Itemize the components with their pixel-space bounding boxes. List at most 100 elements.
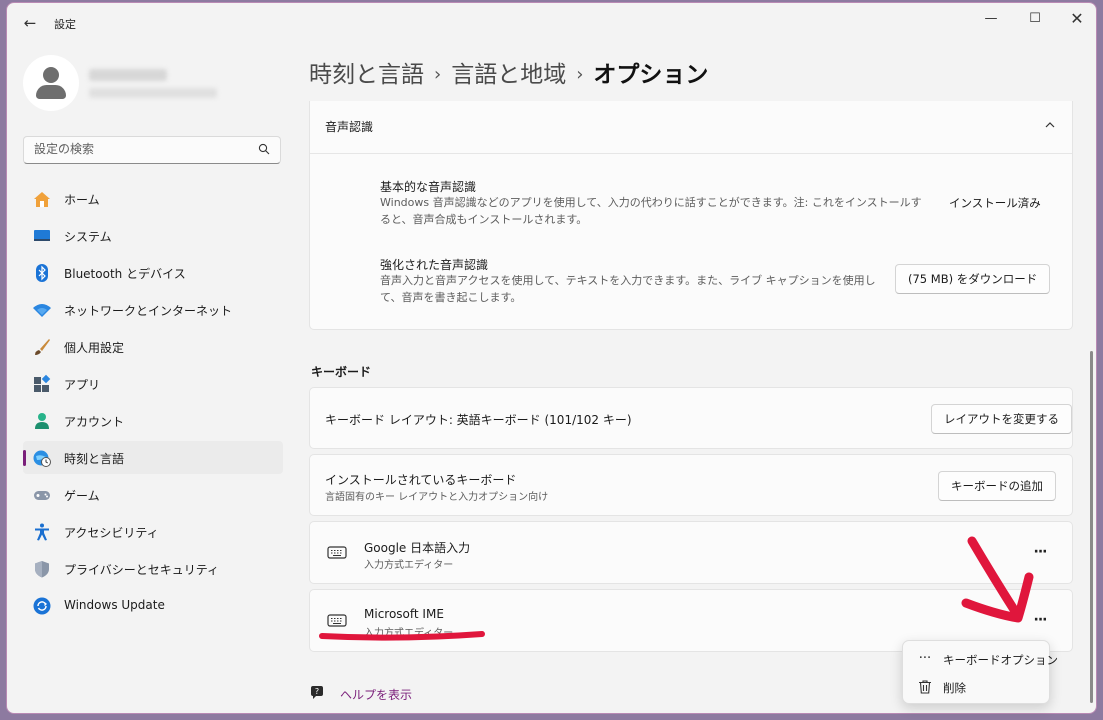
account-name-blurred: [89, 69, 167, 81]
sidebar-item-gaming[interactable]: ゲーム: [23, 478, 283, 511]
svg-text:?: ?: [315, 687, 319, 696]
keyboard-layout-label: キーボード レイアウト: 英語キーボード (101/102 キー): [325, 413, 632, 427]
sidebar-item-label: アプリ: [64, 378, 101, 392]
arrow-left-icon: ←: [23, 14, 37, 32]
installed-keyboards-card: インストールされているキーボード 言語固有のキー レイアウトと入力オプション向け…: [309, 454, 1073, 516]
trash-icon: [919, 680, 931, 694]
more-options-button[interactable]: ···: [1026, 609, 1054, 633]
change-layout-button[interactable]: レイアウトを変更する: [931, 404, 1072, 434]
menu-item-remove[interactable]: 削除: [907, 674, 1047, 700]
scrollbar[interactable]: [1090, 351, 1093, 703]
more-icon: ···: [1033, 612, 1048, 628]
more-icon: ···: [1033, 544, 1048, 560]
keyboard-type: 入力方式エディター: [364, 628, 454, 639]
minimize-button[interactable]: —: [971, 7, 1011, 31]
menu-item-keyboard-options[interactable]: ··· キーボードオプション: [907, 646, 1058, 672]
installed-keyboards-title: インストールされているキーボード: [325, 473, 517, 487]
chevron-up-icon[interactable]: [1044, 119, 1056, 131]
gamepad-icon: [34, 491, 50, 500]
breadcrumb-separator: ›: [576, 64, 584, 85]
globe-clock-icon: [33, 450, 51, 467]
search-icon[interactable]: [258, 143, 270, 155]
keyboard-context-menu: ··· キーボードオプション 削除: [902, 640, 1058, 704]
brush-icon: [35, 339, 50, 355]
keyboard-name: Google 日本語入力: [364, 541, 471, 555]
sidebar-item-time-language[interactable]: 時刻と言語: [23, 441, 283, 474]
avatar-body: [36, 85, 66, 99]
display-icon: [34, 230, 50, 241]
keyboard-type: 入力方式エディター: [364, 560, 454, 571]
sidebar-item-windows-update[interactable]: Windows Update: [23, 589, 283, 622]
keyboard-name: Microsoft IME: [364, 607, 444, 621]
sidebar-item-privacy[interactable]: プライバシーとセキュリティ: [23, 552, 283, 585]
speech-card: 音声認識 基本的な音声認識 Windows 音声認識などのアプリを使用して、入力…: [309, 101, 1073, 330]
more-options-button[interactable]: ···: [1026, 541, 1054, 565]
keyboard-layout-card: キーボード レイアウト: 英語キーボード (101/102 キー) レイアウトを…: [309, 387, 1073, 449]
keyboard-section-heading: キーボード: [311, 365, 372, 379]
wifi-icon: [33, 304, 51, 317]
add-keyboard-button[interactable]: キーボードの追加: [938, 471, 1056, 501]
apps-icon: [34, 374, 51, 392]
breadcrumb-separator: ›: [434, 64, 442, 85]
sidebar-item-apps[interactable]: アプリ: [23, 367, 283, 400]
update-icon: [33, 597, 51, 615]
menu-item-label: 削除: [943, 681, 966, 695]
options-content: 音声認識 基本的な音声認識 Windows 音声認識などのアプリを使用して、入力…: [309, 101, 1073, 713]
search-input[interactable]: [34, 142, 244, 156]
help-icon: ?: [311, 686, 323, 699]
sidebar-item-system[interactable]: システム: [23, 219, 283, 252]
sidebar-item-label: Windows Update: [64, 598, 165, 612]
sidebar-item-bluetooth[interactable]: Bluetooth とデバイス: [23, 256, 283, 289]
enhanced-speech-description: 音声入力と音声アクセスを使用して、テキストを入力できます。また、ライブ キャプシ…: [380, 274, 876, 304]
sidebar-item-label: ホーム: [64, 193, 100, 207]
sidebar-item-label: ゲーム: [64, 489, 100, 503]
account-email-blurred: [89, 88, 217, 98]
sidebar-item-label: Bluetooth とデバイス: [64, 267, 186, 281]
maximize-button[interactable]: ☐: [1015, 7, 1055, 31]
breadcrumb-level2[interactable]: 言語と地域: [451, 62, 566, 88]
sidebar-item-home[interactable]: ホーム: [23, 182, 283, 215]
speech-header-label: 音声認識: [325, 120, 374, 134]
search-box: [23, 136, 281, 164]
basic-speech-status: インストール済み: [949, 196, 1041, 210]
shield-icon: [35, 561, 49, 578]
sidebar-item-label: プライバシーとセキュリティ: [64, 563, 220, 577]
sidebar-item-label: アカウント: [64, 415, 125, 429]
breadcrumb-level1[interactable]: 時刻と言語: [309, 62, 424, 88]
avatar-head: [43, 67, 59, 83]
sidebar-item-label: システム: [64, 230, 112, 244]
list-item: Google 日本語入力 入力方式エディター ···: [309, 521, 1073, 584]
download-button[interactable]: (75 MB) をダウンロード: [895, 264, 1051, 294]
sidebar-item-label: 個人用設定: [64, 341, 125, 355]
selected-indicator: [23, 450, 26, 466]
page-title: オプション: [593, 62, 709, 88]
enhanced-speech-title: 強化された音声認識: [380, 258, 489, 272]
avatar[interactable]: [23, 55, 79, 111]
keyboard-icon: [327, 546, 347, 559]
account-icon: [35, 413, 49, 429]
basic-speech-description: Windows 音声認識などのアプリを使用して、入力の代わりに話すことができます…: [380, 196, 922, 226]
breadcrumb: 時刻と言語 › 言語と地域 › オプション: [309, 55, 708, 89]
sidebar-item-accounts[interactable]: アカウント: [23, 404, 283, 437]
installed-keyboards-subtitle: 言語固有のキー レイアウトと入力オプション向け: [325, 492, 549, 503]
sidebar-nav: ホーム システム Bluetooth とデバイス ネットワークとインターネット …: [23, 182, 283, 626]
title-bar: ← 設定 — ☐ ✕: [7, 3, 1096, 43]
close-button[interactable]: ✕: [1057, 7, 1096, 31]
app-title: 設定: [54, 18, 76, 31]
keyboard-icon: [327, 614, 347, 627]
sidebar-item-label: ネットワークとインターネット: [64, 304, 233, 318]
sidebar-item-network[interactable]: ネットワークとインターネット: [23, 293, 283, 326]
accessibility-icon: [35, 523, 49, 541]
more-icon: ···: [918, 651, 932, 666]
settings-window: ← 設定 — ☐ ✕ ホーム システム Bluetooth とデバイス ネットワ…: [6, 2, 1097, 714]
sidebar-item-personalization[interactable]: 個人用設定: [23, 330, 283, 363]
sidebar-item-label: アクセシビリティ: [64, 526, 159, 540]
speech-header[interactable]: 音声認識: [310, 101, 1072, 154]
sidebar-item-label: 時刻と言語: [64, 452, 125, 466]
back-button[interactable]: ←: [19, 13, 41, 33]
bluetooth-icon: [36, 264, 48, 282]
sidebar-item-accessibility[interactable]: アクセシビリティ: [23, 515, 283, 548]
help-link[interactable]: ヘルプを表示: [340, 686, 412, 703]
menu-item-label: キーボードオプション: [943, 653, 1058, 667]
basic-speech-title: 基本的な音声認識: [380, 180, 477, 194]
